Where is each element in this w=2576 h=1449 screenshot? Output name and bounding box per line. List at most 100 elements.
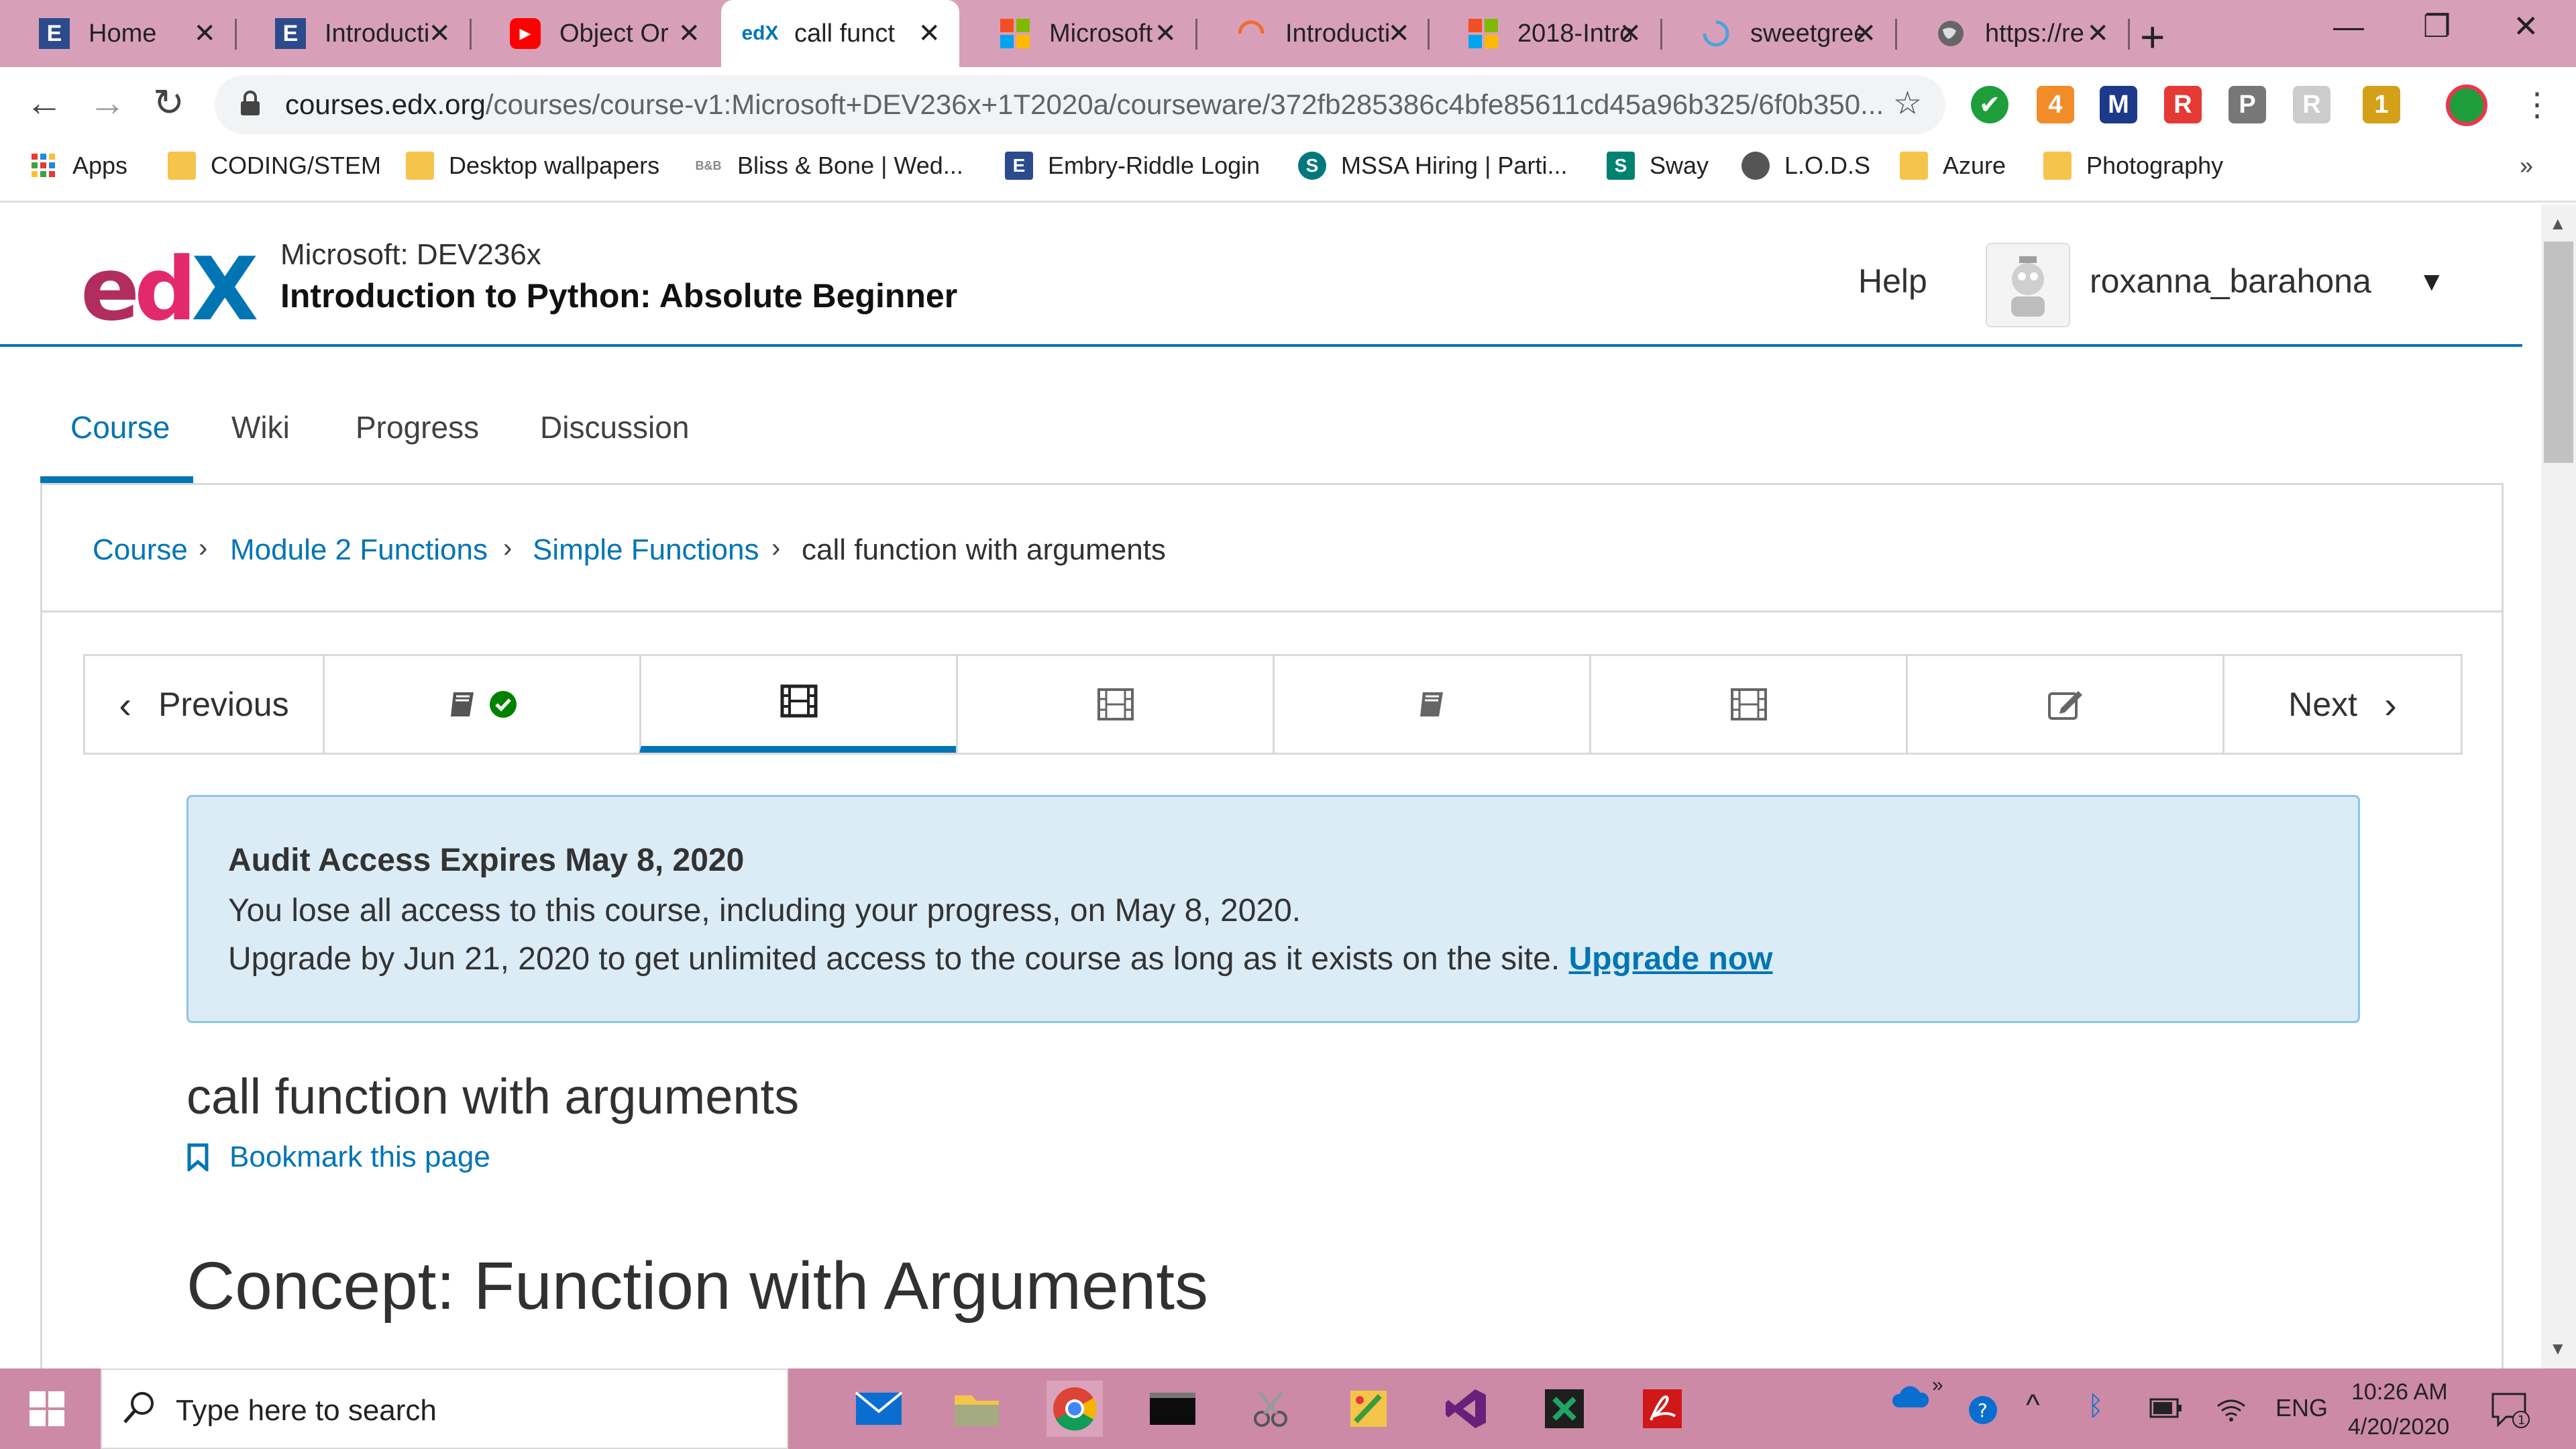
mail-app-icon[interactable] bbox=[851, 1381, 907, 1437]
onedrive-icon[interactable] bbox=[1892, 1385, 1929, 1412]
url-text[interactable]: courses.edx.org/courses/course-v1:Micros… bbox=[285, 89, 1884, 121]
close-icon[interactable]: ✕ bbox=[193, 18, 216, 49]
close-icon[interactable]: ✕ bbox=[428, 18, 451, 49]
folder-icon bbox=[406, 152, 434, 180]
browser-tab[interactable]: E Introducti ✕ bbox=[236, 0, 470, 67]
scroll-down-icon[interactable]: ▼ bbox=[2549, 1338, 2567, 1359]
breadcrumb-course[interactable]: Course bbox=[93, 533, 188, 567]
tab-title: Introducti bbox=[1285, 19, 1391, 48]
tab-wiki[interactable]: Wiki bbox=[231, 409, 290, 445]
snipping-tool-icon[interactable] bbox=[1242, 1381, 1299, 1437]
previous-button[interactable]: ‹ Previous bbox=[85, 656, 323, 753]
paint-icon[interactable] bbox=[1340, 1381, 1397, 1437]
extension-p-icon[interactable]: P bbox=[2229, 86, 2266, 123]
bookmark-button[interactable]: Bookmark this page bbox=[186, 1140, 490, 1174]
close-icon[interactable]: ✕ bbox=[1619, 18, 1642, 49]
close-icon[interactable]: ✕ bbox=[1387, 18, 1410, 49]
bookmark-sway[interactable]: S Sway bbox=[1607, 152, 1709, 180]
sequence-unit-4[interactable] bbox=[1273, 656, 1589, 753]
sequence-unit-1[interactable] bbox=[323, 656, 639, 753]
browser-tab[interactable]: 2018-Intro ✕ bbox=[1429, 0, 1660, 67]
close-icon[interactable]: ✕ bbox=[1854, 18, 1876, 49]
breadcrumb-module[interactable]: Module 2 Functions bbox=[230, 533, 488, 567]
windows-start-icon[interactable] bbox=[27, 1389, 67, 1429]
more-bookmarks-icon[interactable]: » bbox=[2520, 152, 2533, 180]
browser-tab[interactable]: https://re ✕ bbox=[1896, 0, 2128, 67]
expand-tray-icon[interactable]: » bbox=[1932, 1374, 1943, 1397]
restore-button[interactable]: ❐ bbox=[2423, 8, 2451, 44]
close-icon[interactable]: ✕ bbox=[918, 18, 941, 49]
close-icon[interactable]: ✕ bbox=[2086, 18, 2109, 49]
menu-dots-icon[interactable]: ⋮ bbox=[2521, 86, 2553, 123]
close-icon[interactable]: ✕ bbox=[1154, 18, 1177, 49]
wifi-icon[interactable] bbox=[2215, 1395, 2247, 1426]
browser-tab[interactable]: sweetgree ✕ bbox=[1662, 0, 1895, 67]
new-tab-button[interactable]: + bbox=[2140, 12, 2165, 62]
sequence-unit-2-active[interactable] bbox=[639, 656, 956, 753]
acrobat-icon[interactable] bbox=[1634, 1381, 1690, 1437]
chrome-icon[interactable] bbox=[1046, 1381, 1103, 1437]
star-icon[interactable]: ☆ bbox=[1893, 85, 1922, 122]
upgrade-now-link[interactable]: Upgrade now bbox=[1569, 941, 1773, 977]
browser-tab-active[interactable]: edX call functi ✕ bbox=[721, 0, 959, 67]
bookmark-mssa-hiring[interactable]: S MSSA Hiring | Parti... bbox=[1298, 152, 1567, 180]
tab-progress[interactable]: Progress bbox=[356, 409, 479, 445]
clock-date[interactable]: 4/20/2020 bbox=[2348, 1414, 2449, 1440]
bookmark-apps[interactable]: Apps bbox=[30, 152, 127, 180]
edx-icon: edX bbox=[741, 22, 779, 44]
visual-studio-icon[interactable] bbox=[1438, 1381, 1495, 1437]
browser-tab[interactable]: Introducti ✕ bbox=[1197, 0, 1429, 67]
extension-script-icon[interactable]: R bbox=[2293, 86, 2330, 123]
help-link[interactable]: Help bbox=[1858, 262, 1927, 301]
sequence-unit-3[interactable] bbox=[956, 656, 1273, 753]
breadcrumb-section[interactable]: Simple Functions bbox=[533, 533, 759, 567]
battery-icon[interactable] bbox=[2149, 1397, 2183, 1423]
edx-logo[interactable]: edX bbox=[80, 238, 258, 340]
profile-avatar-icon[interactable] bbox=[2446, 85, 2487, 126]
username[interactable]: roxanna_barahona bbox=[2090, 262, 2371, 301]
folder-icon bbox=[168, 152, 196, 180]
terminal-icon[interactable] bbox=[1144, 1381, 1201, 1437]
bookmark-photography[interactable]: Photography bbox=[2043, 152, 2223, 180]
bookmark-lods[interactable]: L.O.D.S bbox=[1741, 152, 1870, 180]
file-explorer-icon[interactable] bbox=[949, 1381, 1005, 1437]
scroll-up-icon[interactable]: ▲ bbox=[2549, 213, 2567, 234]
language-indicator[interactable]: ENG bbox=[2275, 1394, 2328, 1422]
chevron-up-icon[interactable]: ^ bbox=[2026, 1389, 2040, 1422]
tab-course[interactable]: Course bbox=[70, 409, 170, 445]
sequence-unit-6[interactable] bbox=[1906, 656, 2222, 753]
reload-button[interactable]: ↻ bbox=[153, 80, 184, 125]
bookmark-azure[interactable]: Azure bbox=[1900, 152, 2006, 180]
bookmark-bliss-bone[interactable]: B&B Bliss & Bone | Wed... bbox=[694, 152, 963, 180]
minimize-button[interactable]: — bbox=[2333, 8, 2364, 44]
extension-badge-icon[interactable]: 4 bbox=[2037, 86, 2074, 123]
help-tray-icon[interactable]: ? bbox=[1967, 1394, 1999, 1430]
extension-hand-icon[interactable]: 1 bbox=[2363, 86, 2400, 123]
extension-r-icon[interactable]: R bbox=[2164, 86, 2202, 123]
tab-title: sweetgree bbox=[1750, 19, 1864, 48]
close-icon[interactable]: ✕ bbox=[678, 18, 700, 49]
scrollbar-thumb[interactable] bbox=[2544, 241, 2573, 463]
extension-m-icon[interactable]: M bbox=[2100, 86, 2137, 123]
browser-tab[interactable]: Microsoft ✕ bbox=[961, 0, 1195, 67]
browser-tab[interactable]: E Home ✕ bbox=[0, 0, 235, 67]
bookmark-embry-riddle[interactable]: E Embry-Riddle Login bbox=[1005, 152, 1260, 180]
sharepoint-icon: S bbox=[1298, 152, 1326, 180]
bookmark-desktop-wallpapers[interactable]: Desktop wallpapers bbox=[406, 152, 659, 180]
notification-icon[interactable]: 1 bbox=[2490, 1391, 2530, 1432]
tab-discussion[interactable]: Discussion bbox=[540, 409, 689, 445]
avatar[interactable] bbox=[1986, 243, 2070, 327]
chevron-right-icon: › bbox=[199, 533, 208, 563]
sequence-unit-5[interactable] bbox=[1589, 656, 1906, 753]
caret-down-icon[interactable]: ▼ bbox=[2418, 267, 2445, 297]
next-button[interactable]: Next › bbox=[2222, 656, 2461, 753]
close-window-button[interactable]: ✕ bbox=[2513, 8, 2539, 44]
bookmark-coding-stem[interactable]: CODING/STEM bbox=[168, 152, 381, 180]
back-button[interactable]: ← bbox=[25, 80, 63, 124]
extension-check-icon[interactable]: ✔ bbox=[1971, 86, 2008, 123]
forward-button[interactable]: → bbox=[89, 80, 126, 124]
browser-tab[interactable]: ▶ Object Or ✕ bbox=[471, 0, 719, 67]
excel-icon[interactable] bbox=[1536, 1381, 1593, 1437]
clock-time[interactable]: 10:26 AM bbox=[2351, 1379, 2448, 1405]
bluetooth-icon[interactable]: ᛒ bbox=[2088, 1391, 2104, 1421]
